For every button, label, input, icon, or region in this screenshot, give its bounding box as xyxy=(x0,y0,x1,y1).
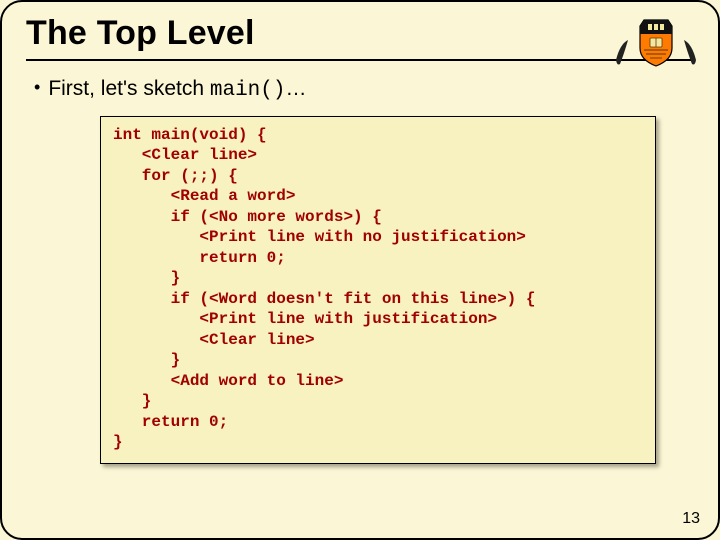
bullet-lead: First, let's sketch xyxy=(48,77,210,100)
bullet-item: • First, let's sketch main()… xyxy=(34,77,718,102)
bullet-text: First, let's sketch main()… xyxy=(48,77,306,102)
code-line: } xyxy=(113,269,180,287)
code-line: <Print line with justification> xyxy=(113,310,497,328)
code-line: <Add word to line> xyxy=(113,372,343,390)
title-area: The Top Level xyxy=(2,2,718,63)
code-line: if (<Word doesn't fit on this line>) { xyxy=(113,290,535,308)
code-line: return 0; xyxy=(113,249,286,267)
code-line: } xyxy=(113,351,180,369)
slide-title: The Top Level xyxy=(26,14,694,53)
code-line: int main(void) { xyxy=(113,126,267,144)
code-line: for (;;) { xyxy=(113,167,238,185)
bullet-dot-icon: • xyxy=(34,78,40,96)
bullet-code: main() xyxy=(210,79,286,102)
bullet-tail: … xyxy=(285,77,306,100)
code-content: int main(void) { <Clear line> for (;;) {… xyxy=(113,125,643,453)
code-line: <Print line with no justification> xyxy=(113,228,526,246)
university-crest-logo xyxy=(614,14,698,70)
code-line: } xyxy=(113,433,123,451)
code-line: <Clear line> xyxy=(113,146,257,164)
code-line: <Clear line> xyxy=(113,331,315,349)
code-line: } xyxy=(113,392,151,410)
title-underline xyxy=(26,59,694,61)
code-line: <Read a word> xyxy=(113,187,295,205)
page-number: 13 xyxy=(682,510,700,528)
slide: The Top Level • First, let's sketch main… xyxy=(0,0,720,540)
code-line: if (<No more words>) { xyxy=(113,208,382,226)
code-block: int main(void) { <Clear line> for (;;) {… xyxy=(100,116,656,464)
code-line: return 0; xyxy=(113,413,228,431)
